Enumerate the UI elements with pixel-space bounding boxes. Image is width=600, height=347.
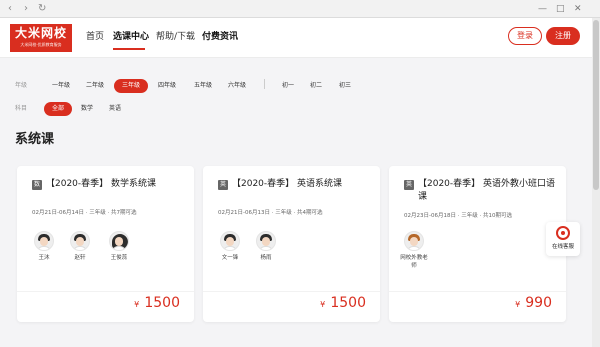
- grade-option-6[interactable]: 六年级: [222, 79, 252, 93]
- grade-option-5[interactable]: 五年级: [188, 79, 218, 93]
- register-button[interactable]: 注册: [546, 27, 580, 45]
- teacher-avatar: [256, 231, 276, 251]
- course-price: ¥ 990: [515, 292, 552, 315]
- grade-option-junior-3[interactable]: 初三: [333, 79, 357, 93]
- teacher-name: 王沐: [38, 255, 50, 261]
- price-currency: ¥: [320, 300, 326, 309]
- teacher-avatar: [220, 231, 240, 251]
- teacher[interactable]: 杨雨: [251, 231, 281, 262]
- course-meta: 02月21日-06月13日 · 三年级 · 共4期可选: [218, 210, 323, 216]
- grade-option-3[interactable]: 三年级: [114, 79, 148, 93]
- price-currency: ¥: [515, 300, 521, 309]
- price-value: 1500: [144, 295, 180, 311]
- course-title[interactable]: 【2020-春季】 英语外教小班口语课: [418, 178, 558, 204]
- teacher[interactable]: 赵轩: [65, 231, 95, 262]
- course-card[interactable]: 英 【2020-春季】 英语外教小班口语课 02月23日-06月18日 · 三年…: [389, 166, 566, 322]
- course-card[interactable]: 数 【2020-春季】 数学系统课 02月21日-06月14日 · 三年级 · …: [17, 166, 194, 322]
- grade-divider: [264, 79, 265, 89]
- teacher-avatar: [34, 231, 54, 251]
- subject-badge: 英: [218, 180, 228, 190]
- reload-icon[interactable]: ↻: [38, 3, 46, 15]
- teacher[interactable]: 王俊蕊: [104, 231, 134, 262]
- headset-icon: [556, 226, 570, 240]
- teacher-name: 王俊蕊: [110, 255, 128, 261]
- chevron-left-icon[interactable]: ‹: [8, 3, 12, 15]
- teacher-name: 网校外教老师: [400, 255, 428, 269]
- nav-paid-info[interactable]: 付费资讯: [202, 31, 238, 43]
- minimize-icon[interactable]: —: [538, 3, 547, 15]
- teacher[interactable]: 文一锋: [215, 231, 245, 262]
- nav-course-center[interactable]: 选课中心: [113, 31, 149, 43]
- teacher-avatar: [70, 231, 90, 251]
- nav-home[interactable]: 首页: [86, 31, 104, 43]
- course-price: ¥ 1500: [320, 292, 366, 315]
- teacher-avatar: [404, 231, 424, 251]
- grade-option-4[interactable]: 四年级: [152, 79, 182, 93]
- teacher-name: 文一锋: [221, 255, 239, 261]
- teacher-avatar: [109, 231, 129, 251]
- course-title[interactable]: 【2020-春季】 英语系统课: [232, 178, 372, 191]
- course-meta: 02月21日-06月14日 · 三年级 · 共7期可选: [32, 210, 137, 216]
- online-service-widget[interactable]: 在线客服: [546, 222, 580, 256]
- grade-option-junior-2[interactable]: 初二: [304, 79, 328, 93]
- nav-help-download[interactable]: 帮助/下载: [156, 31, 195, 43]
- price-currency: ¥: [134, 300, 140, 309]
- browser-toolbar: ‹ › ↻ — □ ✕: [0, 0, 600, 18]
- site-header: 大米网校 大米网校·优质教育服务 首页 选课中心 帮助/下载 付费资讯 登录 注…: [0, 18, 592, 58]
- subject-option-english[interactable]: 英语: [104, 102, 126, 116]
- grade-option-1[interactable]: 一年级: [46, 79, 76, 93]
- scrollbar-thumb[interactable]: [593, 20, 599, 190]
- teacher-name: 杨雨: [260, 255, 272, 261]
- grade-option-2[interactable]: 二年级: [80, 79, 110, 93]
- teacher[interactable]: 王沐: [29, 231, 59, 262]
- login-button[interactable]: 登录: [508, 27, 542, 45]
- subject-badge: 英: [404, 180, 414, 190]
- course-card[interactable]: 英 【2020-春季】 英语系统课 02月21日-06月13日 · 三年级 · …: [203, 166, 380, 322]
- logo-title: 大米网校: [14, 26, 67, 40]
- subject-option-math[interactable]: 数学: [76, 102, 98, 116]
- chevron-right-icon[interactable]: ›: [24, 3, 28, 15]
- teacher[interactable]: 网校外教老师: [399, 231, 429, 270]
- maximize-icon[interactable]: □: [556, 3, 565, 15]
- course-title[interactable]: 【2020-春季】 数学系统课: [46, 178, 186, 191]
- price-value: 990: [525, 295, 552, 311]
- subject-badge: 数: [32, 180, 42, 190]
- subject-option-all[interactable]: 全部: [44, 102, 72, 116]
- site-logo[interactable]: 大米网校 大米网校·优质教育服务: [10, 24, 72, 52]
- grade-filter-label: 年级: [15, 82, 28, 89]
- price-value: 1500: [330, 295, 366, 311]
- close-icon[interactable]: ✕: [574, 3, 582, 15]
- teacher-name: 赵轩: [74, 255, 86, 261]
- course-price: ¥ 1500: [134, 292, 180, 315]
- page-scrollbar[interactable]: [592, 18, 600, 347]
- course-meta: 02月23日-06月18日 · 三年级 · 共10期可选: [404, 213, 512, 219]
- section-title: 系统课: [15, 132, 55, 147]
- active-nav-indicator: [113, 48, 145, 50]
- subject-filter-label: 科目: [15, 105, 28, 112]
- grade-option-junior-1[interactable]: 初一: [276, 79, 300, 93]
- online-service-label: 在线客服: [551, 244, 574, 250]
- logo-subtitle: 大米网校·优质教育服务: [20, 42, 62, 47]
